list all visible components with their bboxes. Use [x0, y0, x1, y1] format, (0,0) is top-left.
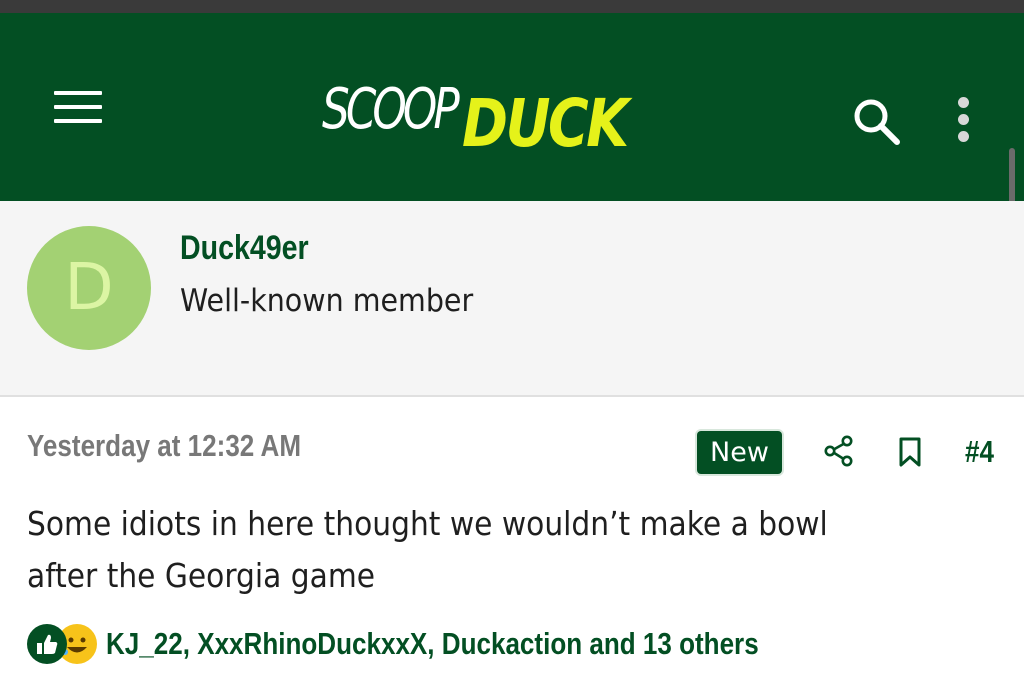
site-logo[interactable]: SCOOP DUCK — [322, 75, 629, 162]
reactions-bar[interactable]: KJ_22, XxxRhinoDuckxxX, Duckaction and 1… — [27, 622, 1017, 670]
avatar-letter: D — [64, 251, 114, 325]
more-options-button[interactable] — [954, 97, 974, 145]
post-number-link[interactable]: #4 — [965, 434, 994, 470]
avatar[interactable]: D — [27, 226, 151, 350]
like-icon — [27, 624, 67, 664]
search-icon — [854, 99, 900, 145]
reactions-summary[interactable]: KJ_22, XxxRhinoDuckxxX, Duckaction and 1… — [106, 626, 759, 662]
share-button[interactable] — [822, 434, 856, 468]
status-strip — [0, 0, 1024, 13]
logo-scoop-text: SCOOP — [322, 77, 460, 142]
post-author-card: D Duck49er Well-known member — [0, 201, 1024, 397]
logo-duck-text: DUCK — [462, 85, 629, 162]
bookmark-button[interactable] — [897, 436, 923, 468]
bookmark-icon — [899, 437, 921, 467]
post-meta-row: Yesterday at 12:32 AM New #4 — [0, 410, 1024, 490]
menu-button[interactable] — [54, 91, 104, 125]
top-app-bar: SCOOP DUCK — [0, 13, 1024, 201]
username-link[interactable]: Duck49er — [180, 229, 309, 268]
vertical-ellipsis-icon — [958, 97, 969, 108]
post-timestamp[interactable]: Yesterday at 12:32 AM — [27, 428, 301, 464]
new-badge: New — [697, 431, 782, 474]
search-button[interactable] — [852, 97, 902, 147]
share-icon — [824, 435, 853, 467]
post-body-text: Some idiots in here thought we wouldn’t … — [27, 504, 828, 595]
user-title: Well-known member — [180, 283, 474, 319]
hamburger-menu-icon — [54, 91, 102, 95]
